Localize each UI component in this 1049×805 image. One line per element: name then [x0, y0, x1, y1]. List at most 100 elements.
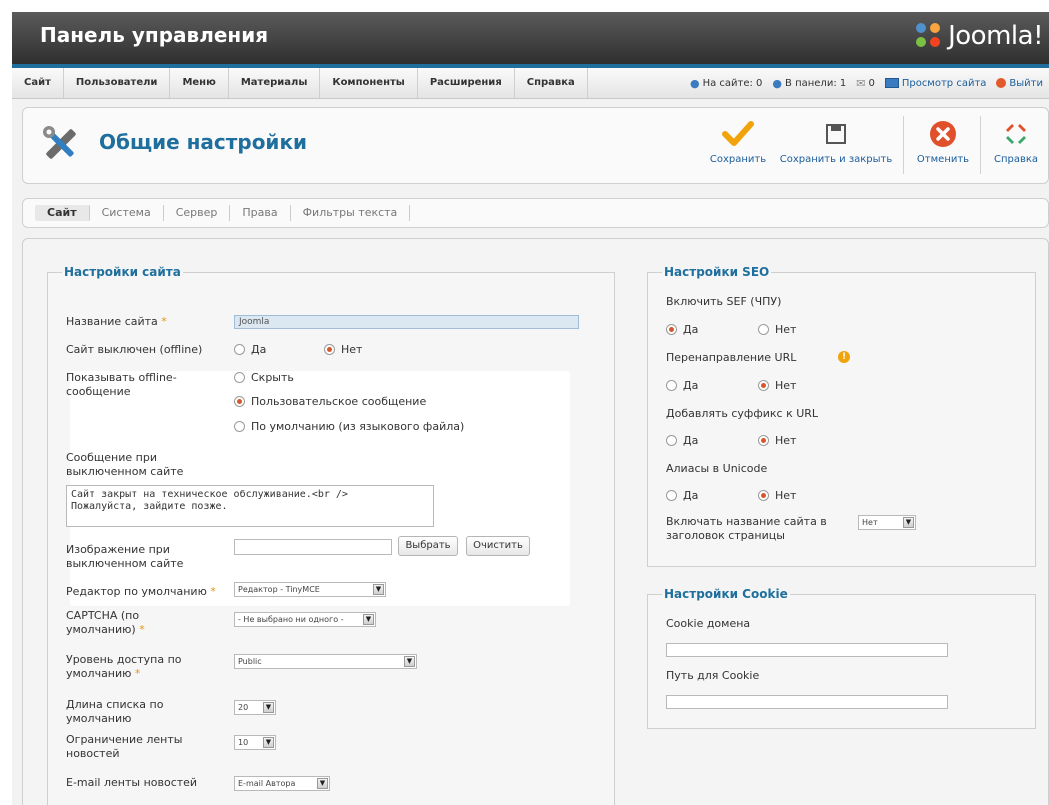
users-icon: ●: [772, 76, 783, 90]
users-icon: ●: [689, 76, 700, 90]
save-label: Сохранить: [709, 154, 767, 165]
status-in-panel: ● В панели: 1: [772, 77, 846, 90]
menu-item-components[interactable]: Компоненты: [320, 68, 418, 98]
feed-limit-label: Ограничение ленты новостей: [66, 733, 183, 760]
offline-image-input[interactable]: [234, 539, 392, 555]
captcha-select[interactable]: - Не выбрано ни одного - ▼: [234, 612, 376, 627]
show-default-label: По умолчанию (из языкового файла): [251, 420, 465, 433]
site-settings-legend: Настройки сайта: [64, 265, 181, 279]
status-on-site: ● На сайте: 0: [690, 77, 762, 90]
rewrite-no-radio[interactable]: Нет: [758, 379, 796, 392]
feed-email-select[interactable]: E-mail Автора ▼: [234, 776, 330, 791]
tools-icon: [39, 122, 83, 166]
offline-message-textarea[interactable]: [66, 485, 434, 527]
offline-message-label: Сообщение при выключенном сайте: [66, 451, 184, 478]
settings-tabs: Сайт Система Сервер Права Фильтры текста: [22, 198, 1049, 228]
save-close-label: Сохранить и закрыть: [779, 154, 893, 165]
save-button[interactable]: Сохранить: [706, 114, 770, 176]
seo-settings-fieldset: Настройки SEO Включить SEF (ЧПУ) Да Нет …: [647, 265, 1036, 567]
menu-item-site[interactable]: Сайт: [12, 68, 64, 98]
unicode-no-radio[interactable]: Нет: [758, 489, 796, 502]
unicode-yes-radio[interactable]: Да: [666, 489, 698, 502]
captcha-label: CAPTCHA (по умолчанию) *: [66, 609, 145, 636]
tab-server[interactable]: Сервер: [164, 205, 231, 221]
menu-item-content[interactable]: Материалы: [229, 68, 321, 98]
site-name-input[interactable]: Joomla: [234, 315, 579, 329]
header-bar: Панель управления Joomla!: [12, 12, 1049, 68]
sef-yes-radio[interactable]: Да: [666, 323, 698, 336]
suffix-label: Добавлять суффикс к URL: [666, 407, 819, 420]
view-site-link[interactable]: Просмотр сайта: [884, 77, 987, 89]
main-content: Настройки сайта Название сайта * Joomla …: [22, 238, 1049, 805]
cancel-button[interactable]: Отменить: [913, 114, 973, 176]
main-menu: Сайт Пользователи Меню Материалы Компоне…: [12, 68, 588, 98]
show-default-radio[interactable]: По умолчанию (из языкового файла): [234, 420, 464, 433]
toolbar: Общие настройки Сохранить Сохранить и за…: [22, 107, 1049, 184]
tab-text-filters[interactable]: Фильтры текста: [291, 205, 411, 221]
logout-text: Выйти: [1009, 77, 1043, 89]
menu-item-help[interactable]: Справка: [515, 68, 588, 98]
rewrite-yes-radio[interactable]: Да: [666, 379, 698, 392]
tab-site[interactable]: Сайт: [35, 205, 90, 221]
dropdown-arrow-icon: ▼: [363, 614, 374, 625]
suffix-no-label: Нет: [775, 434, 797, 447]
radio-icon: [234, 372, 245, 383]
cancel-label: Отменить: [916, 154, 970, 165]
radio-icon: [758, 324, 769, 335]
menubar: Сайт Пользователи Меню Материалы Компоне…: [12, 68, 1049, 99]
sitename-select[interactable]: Нет ▼: [858, 515, 916, 530]
select-image-button[interactable]: Выбрать: [398, 536, 458, 556]
offline-label: Сайт выключен (offline): [66, 343, 203, 356]
offline-image-label: Изображение при выключенном сайте: [66, 543, 184, 570]
show-custom-radio[interactable]: Пользовательское сообщение: [234, 395, 426, 408]
offline-yes-radio[interactable]: Да: [234, 343, 266, 356]
dropdown-arrow-icon: ▼: [903, 517, 914, 528]
power-icon: [996, 78, 1007, 88]
suffix-yes-radio[interactable]: Да: [666, 434, 698, 447]
status-on-site-text: На сайте: 0: [702, 77, 763, 89]
offline-no-radio[interactable]: Нет: [324, 343, 362, 356]
sef-yes-label: Да: [683, 323, 699, 336]
sitename-label: Включать название сайта в заголовок стра…: [666, 515, 827, 542]
access-select[interactable]: Public ▼: [234, 654, 417, 669]
access-label: Уровень доступа по умолчанию *: [66, 653, 182, 680]
status-messages[interactable]: ✉ 0: [856, 77, 875, 90]
sef-label: Включить SEF (ЧПУ): [666, 295, 782, 308]
menu-item-extensions[interactable]: Расширения: [418, 68, 515, 98]
status-bar: ● На сайте: 0 ● В панели: 1 ✉ 0 Просмотр…: [680, 68, 1043, 98]
suffix-no-radio[interactable]: Нет: [758, 434, 796, 447]
monitor-icon: [884, 78, 899, 88]
list-length-select[interactable]: 20 ▼: [234, 700, 276, 715]
editor-select-value: Редактор - TinyMCE: [238, 585, 320, 594]
radio-selected-icon: [758, 435, 769, 446]
help-button[interactable]: Справка: [987, 114, 1045, 176]
radio-icon: [234, 344, 245, 355]
radio-selected-icon: [324, 344, 335, 355]
toolbar-separator: [980, 116, 981, 174]
dropdown-arrow-icon: ▼: [263, 737, 274, 748]
warning-icon: !: [838, 351, 850, 363]
view-site-text: Просмотр сайта: [901, 77, 987, 89]
cookie-path-input[interactable]: [666, 695, 948, 709]
feed-email-select-value: E-mail Автора: [238, 779, 296, 788]
help-lifebuoy-icon: [987, 114, 1045, 154]
radio-icon: [666, 380, 677, 391]
save-close-button[interactable]: Сохранить и закрыть: [777, 114, 895, 176]
editor-select[interactable]: Редактор - TinyMCE ▼: [234, 582, 386, 597]
clear-image-button[interactable]: Очистить: [466, 536, 530, 556]
show-hide-radio[interactable]: Скрыть: [234, 371, 294, 384]
joomla-logo[interactable]: Joomla!: [916, 20, 1043, 52]
list-length-label: Длина списка по умолчанию: [66, 698, 164, 725]
feed-limit-select[interactable]: 10 ▼: [234, 735, 276, 750]
show-custom-label: Пользовательское сообщение: [251, 395, 427, 408]
cookie-domain-input[interactable]: [666, 643, 948, 657]
logout-link[interactable]: Выйти: [996, 78, 1043, 89]
help-label: Справка: [993, 154, 1039, 165]
tab-system[interactable]: Система: [90, 205, 164, 221]
floppy-icon: [777, 114, 895, 154]
sef-no-radio[interactable]: Нет: [758, 323, 796, 336]
menu-item-users[interactable]: Пользователи: [64, 68, 171, 98]
menu-item-menus[interactable]: Меню: [170, 68, 229, 98]
tab-permissions[interactable]: Права: [230, 205, 291, 221]
status-messages-count: 0: [868, 77, 875, 89]
